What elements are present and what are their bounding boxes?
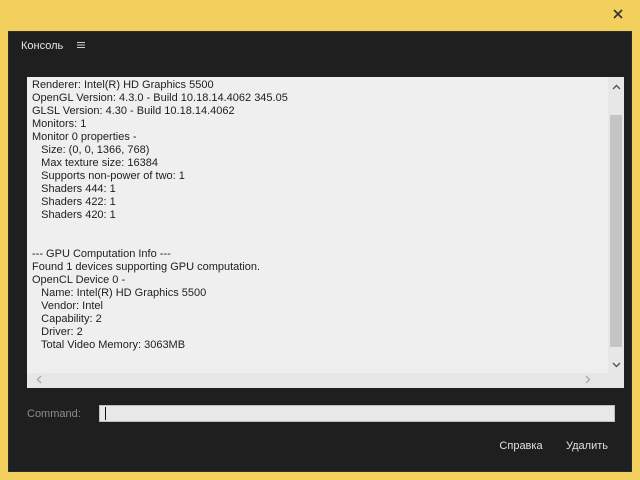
chevron-down-icon	[612, 355, 621, 373]
chevron-left-icon	[36, 371, 42, 389]
delete-button[interactable]: Удалить	[559, 436, 615, 456]
scroll-left-arrow[interactable]	[31, 373, 47, 387]
console-output-text: Renderer: Intel(R) HD Graphics 5500 Open…	[32, 79, 288, 351]
scroll-right-arrow[interactable]	[580, 373, 596, 387]
text-caret	[105, 407, 106, 420]
close-button[interactable]	[603, 4, 633, 24]
chevron-up-icon	[612, 77, 621, 95]
scrollbar-corner	[608, 373, 624, 388]
chevron-right-icon	[585, 371, 591, 389]
console-window: Консоль Renderer: Intel(R) HD Graphics 5…	[0, 0, 640, 480]
hamburger-menu-icon	[77, 40, 86, 52]
scroll-down-arrow[interactable]	[608, 357, 624, 371]
panel-menu-button[interactable]	[77, 40, 86, 52]
command-label: Command:	[27, 408, 81, 420]
vertical-scroll-thumb[interactable]	[610, 115, 622, 347]
command-input[interactable]	[99, 405, 615, 422]
scroll-up-arrow[interactable]	[608, 79, 624, 93]
panel-header: Консоль	[9, 32, 631, 60]
vertical-scrollbar[interactable]	[608, 77, 624, 373]
console-panel: Консоль Renderer: Intel(R) HD Graphics 5…	[8, 31, 632, 472]
horizontal-scrollbar[interactable]	[27, 373, 608, 388]
close-icon	[613, 9, 623, 19]
panel-title: Консоль	[21, 40, 64, 52]
console-output: Renderer: Intel(R) HD Graphics 5500 Open…	[27, 77, 624, 388]
help-button[interactable]: Справка	[493, 436, 549, 456]
